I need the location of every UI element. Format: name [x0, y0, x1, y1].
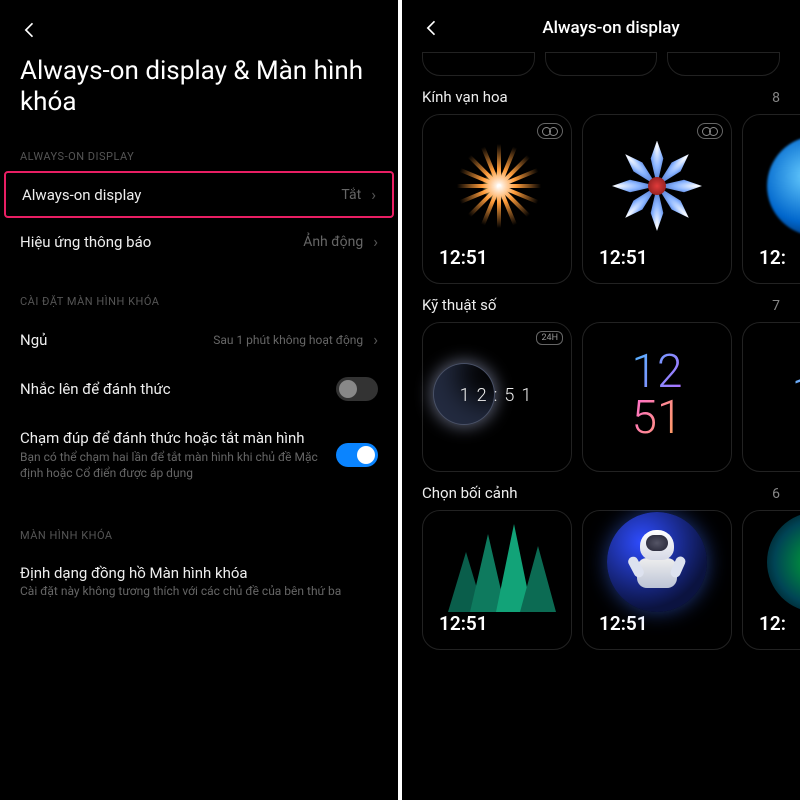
header-title: Always-on display	[482, 18, 740, 38]
theme-card-kaleidoscope-3[interactable]: 12:	[742, 114, 800, 284]
row-label: Ngủ	[20, 331, 205, 349]
preview-time: 12:51	[599, 612, 648, 635]
preview-time: 12:51	[439, 612, 488, 635]
preview-time: 12:	[759, 612, 786, 635]
preview-time-bottom: 51	[631, 395, 682, 441]
row-label: Hiệu ứng thông báo	[20, 233, 295, 251]
aod-themes-screen: Always-on display Kính vạn hoa 8 12:51 1…	[402, 0, 800, 800]
category-kaleidoscope[interactable]: Kính vạn hoa 8	[402, 76, 800, 114]
theme-card-kaleidoscope-2[interactable]: 12:51	[582, 114, 732, 284]
section-lock-screen: MÀN HÌNH KHÓA	[0, 517, 398, 550]
row-clock-format[interactable]: Định dạng đồng hồ Màn hình khóa Cài đặt …	[0, 550, 398, 614]
forest-icon	[442, 522, 552, 612]
mandala-orange-icon	[455, 143, 540, 228]
row-always-on-display[interactable]: Always-on display Tắt ›	[4, 171, 394, 218]
chevron-right-icon: ›	[371, 185, 376, 204]
toggle-raise-to-wake[interactable]	[336, 377, 378, 401]
category-count: 7	[772, 298, 780, 314]
settings-screen: Always-on display & Màn hình khóa ALWAYS…	[0, 0, 398, 800]
category-digital[interactable]: Kỹ thuật số 7	[402, 284, 800, 322]
eclipse-clock-icon: 12:51	[433, 333, 561, 457]
theme-card-digital-1[interactable]: 24H 12:51	[422, 322, 572, 472]
card-peek[interactable]	[422, 52, 535, 76]
theme-card-bg-3[interactable]: 12:	[742, 510, 800, 650]
row-sleep[interactable]: Ngủ Sau 1 phút không hoạt động ›	[0, 316, 398, 363]
chevron-right-icon: ›	[373, 330, 378, 349]
category-count: 6	[772, 486, 780, 502]
theme-card-bg-1[interactable]: 12:51	[422, 510, 572, 650]
preview-time: 12:51	[439, 246, 488, 269]
section-lock-settings: CÀI ĐẶT MÀN HÌNH KHÓA	[0, 283, 398, 316]
row-label: Nhắc lên để đánh thức	[20, 380, 328, 398]
preview-time: 12:51	[460, 385, 539, 406]
back-button[interactable]	[20, 20, 40, 40]
toggle-double-tap[interactable]	[336, 443, 378, 467]
row-double-tap[interactable]: Chạm đúp để đánh thức hoặc tắt màn hình …	[0, 415, 398, 495]
row-value: Tắt	[341, 187, 361, 203]
blue-sphere-icon	[767, 136, 800, 236]
row-value: Sau 1 phút không hoạt động	[213, 333, 363, 347]
chevron-right-icon: ›	[373, 232, 378, 251]
teal-mandala-icon	[767, 512, 800, 612]
theme-card-bg-2[interactable]: 12:51	[582, 510, 732, 650]
section-aod: ALWAYS-ON DISPLAY	[0, 138, 398, 171]
row-sub: Cài đặt này không tương thích với các ch…	[20, 584, 378, 600]
row-notification-effect[interactable]: Hiệu ứng thông báo Ảnh động ›	[0, 218, 398, 265]
preview-time: 12:	[759, 246, 786, 269]
row-sub: Bạn có thể chạm hai lần để tắt màn hình …	[20, 450, 328, 481]
category-count: 8	[772, 90, 780, 106]
row-value: Ảnh động	[303, 234, 363, 250]
mandala-snowflake-icon	[612, 141, 702, 231]
card-peek[interactable]	[667, 52, 780, 76]
theme-card-kaleidoscope-1[interactable]: 12:51	[422, 114, 572, 284]
preview-time-top: 12	[631, 349, 682, 395]
astronaut-icon	[597, 512, 717, 612]
category-name: Kỹ thuật số	[422, 296, 496, 314]
row-label: Always-on display	[22, 186, 333, 204]
category-name: Chọn bối cảnh	[422, 484, 518, 502]
back-button[interactable]	[422, 18, 442, 38]
theme-card-digital-2[interactable]: 12 51	[582, 322, 732, 472]
category-background[interactable]: Chọn bối cảnh 6	[402, 472, 800, 510]
preview-time: 12:51	[599, 246, 648, 269]
category-name: Kính vạn hoa	[422, 88, 508, 106]
theme-card-digital-3[interactable]: 12	[742, 322, 800, 472]
row-raise-to-wake[interactable]: Nhắc lên để đánh thức	[0, 363, 398, 415]
neon-clock-icon: 12 51	[631, 349, 682, 441]
row-label: Định dạng đồng hồ Màn hình khóa	[20, 564, 378, 582]
card-peek[interactable]	[545, 52, 658, 76]
neon-clock-partial-icon: 12	[791, 368, 800, 422]
row-label: Chạm đúp để đánh thức hoặc tắt màn hình	[20, 429, 328, 448]
page-title: Always-on display & Màn hình khóa	[0, 52, 398, 138]
